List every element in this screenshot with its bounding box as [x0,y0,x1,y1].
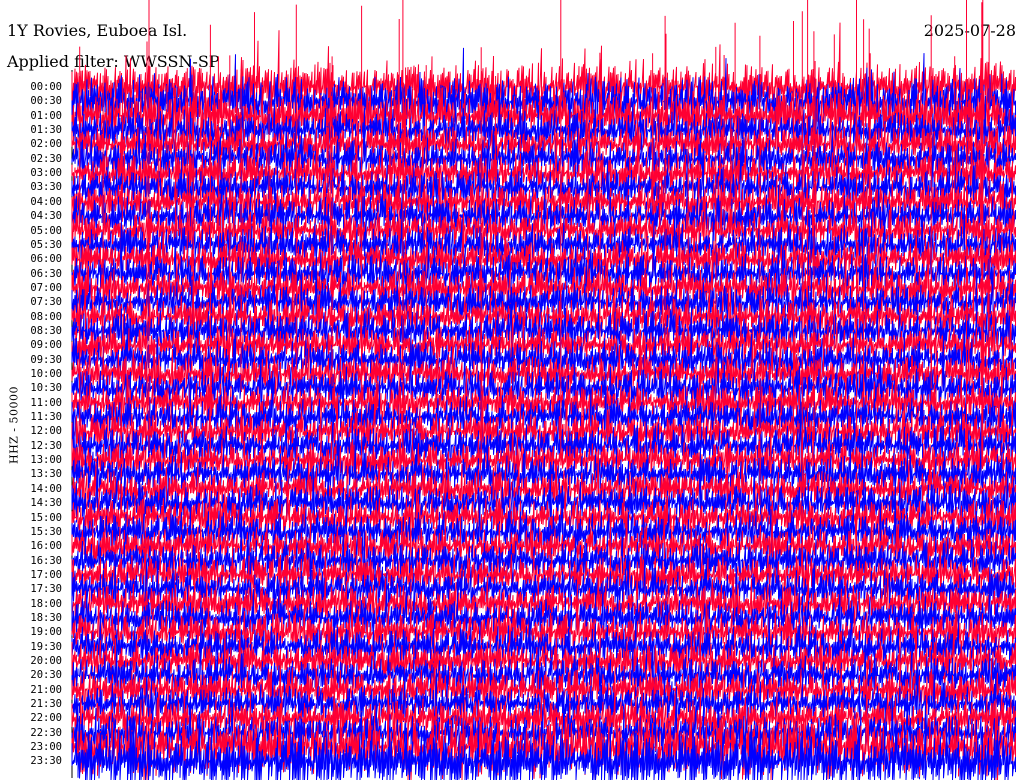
helicorder-plot [71,0,1016,780]
